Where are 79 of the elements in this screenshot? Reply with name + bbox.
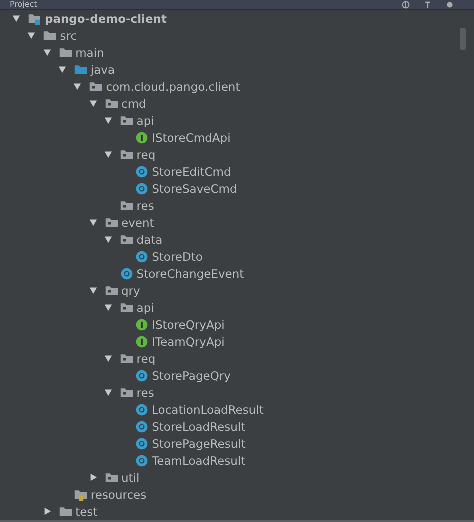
expanded-arrow-icon[interactable] [104,235,113,244]
tree-item[interactable]: StoreEditCmd [152,164,232,178]
target-icon[interactable] [402,1,410,9]
expanded-arrow-icon[interactable] [12,14,21,23]
tree-item[interactable]: test [76,504,98,518]
module-icon [28,12,42,26]
folder-icon [58,46,73,60]
package-icon [104,96,118,110]
tree-item[interactable]: com.cloud.pango.client [106,80,240,94]
expanded-arrow-icon[interactable] [88,218,98,227]
class-icon [135,454,150,468]
tree-item[interactable]: req [136,352,156,366]
tree-item[interactable]: cmd [122,96,146,110]
interface-icon [135,334,150,348]
package-icon [120,300,134,314]
collapsed-arrow-icon[interactable] [42,507,52,516]
class-icon [135,368,150,382]
tree-item[interactable]: LocationLoadResult [152,402,264,416]
package-icon [104,470,118,484]
tree-item[interactable]: api [136,300,154,314]
tree-item[interactable]: api [136,114,154,128]
interface-icon [135,130,150,144]
package-icon [120,198,134,212]
class-icon [120,266,134,280]
tree-item[interactable]: data [136,232,163,246]
collapse-icon[interactable] [424,1,432,9]
package-icon [120,148,134,162]
tree-item[interactable]: StorePageResult [152,436,246,450]
expanded-arrow-icon[interactable] [104,303,113,312]
tree-item[interactable]: res [136,386,154,400]
tree-item[interactable]: resources [90,488,147,502]
expanded-arrow-icon[interactable] [88,99,98,108]
tree-item[interactable]: src [60,28,78,42]
tree-item[interactable]: qry [122,284,140,298]
expanded-arrow-icon[interactable] [88,286,98,295]
tree-item[interactable]: StorePageQry [152,368,231,382]
tree-item[interactable]: IStoreQryApi [152,318,225,332]
class-icon [135,164,150,178]
package-icon [104,216,118,230]
expanded-arrow-icon[interactable] [73,82,82,91]
tree-item[interactable]: StoreLoadResult [152,420,246,434]
tree-item[interactable]: IStoreCmdApi [152,130,231,144]
expanded-arrow-icon[interactable] [104,388,113,397]
class-icon [135,182,150,196]
tree-item[interactable]: java [90,62,115,76]
tree-item[interactable]: ITeamQryApi [152,334,225,348]
package-icon [89,80,104,94]
class-icon [135,402,150,416]
resources-folder-icon [74,488,88,502]
expanded-arrow-icon[interactable] [58,65,67,74]
expanded-arrow-icon[interactable] [27,31,36,40]
tree-item[interactable]: util [122,470,140,484]
tree-item[interactable]: main [76,46,104,60]
panel-title: Project [10,0,38,9]
tree-item[interactable]: res [136,198,154,212]
expanded-arrow-icon[interactable] [104,354,113,363]
expanded-arrow-icon[interactable] [104,116,113,125]
tree-item[interactable]: StoreChangeEvent [136,266,244,280]
package-icon [120,232,134,246]
package-icon [120,352,134,366]
scrollbar-thumb[interactable] [460,28,466,50]
expanded-arrow-icon[interactable] [104,150,113,159]
collapsed-arrow-icon[interactable] [88,473,98,482]
tree-item[interactable]: event [122,216,154,230]
package-icon [120,386,134,400]
class-icon [135,436,150,450]
tree-item[interactable]: StoreSaveCmd [152,182,238,196]
class-icon [135,250,150,264]
expanded-arrow-icon[interactable] [42,48,52,57]
class-icon [135,420,150,434]
folder-icon [74,62,88,76]
tree-item[interactable]: TeamLoadResult [152,454,246,468]
tree-item[interactable]: pango-demo-client [45,12,167,26]
folder-icon [43,28,58,42]
tree-item[interactable]: req [136,148,156,162]
package-icon [120,114,134,128]
interface-icon [135,318,150,332]
tree-item[interactable]: StoreDto [152,250,203,264]
package-icon [104,284,118,298]
